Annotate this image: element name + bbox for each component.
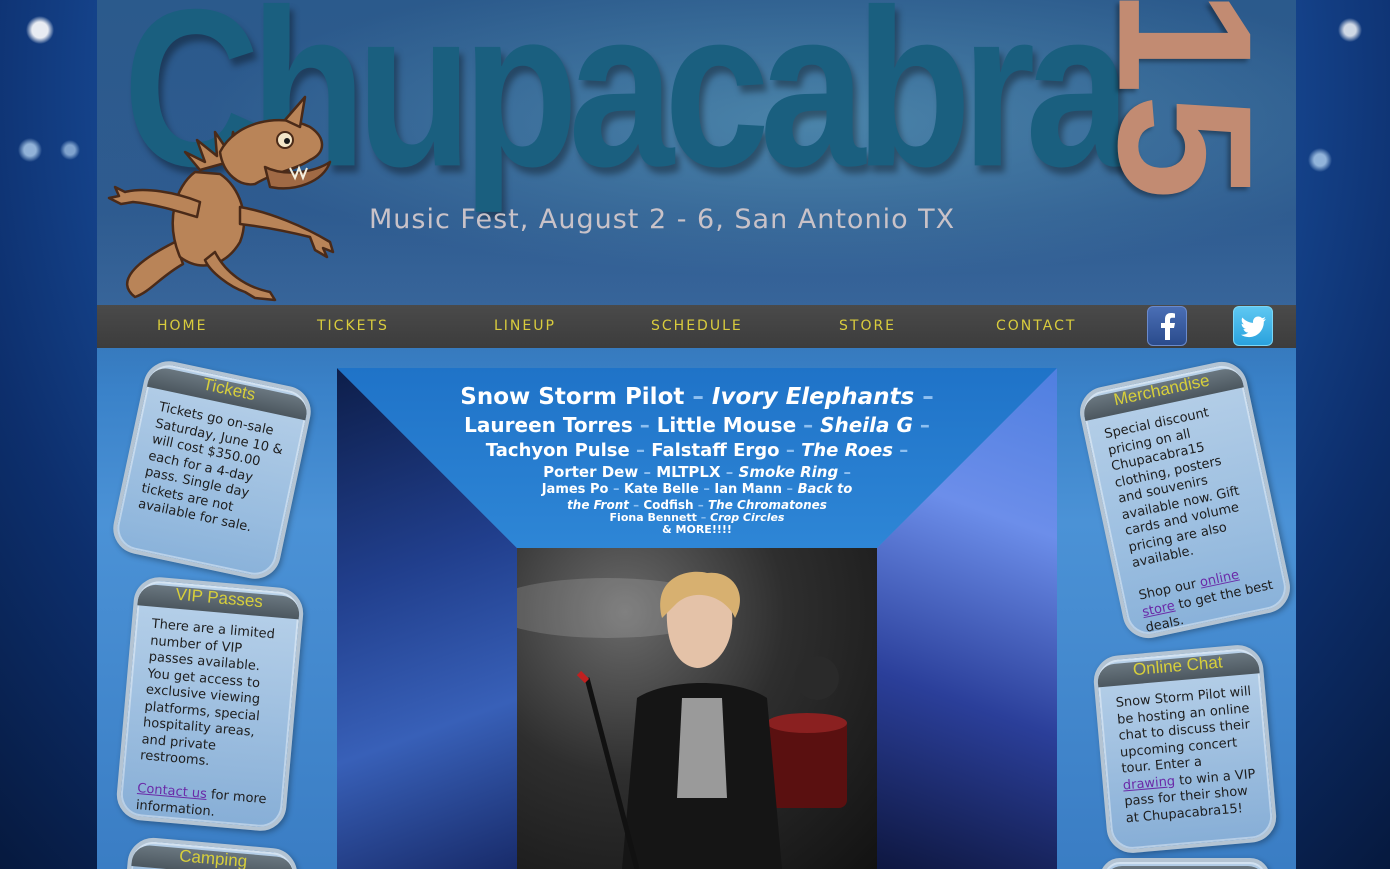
band-name: Porter Dew: [543, 463, 639, 481]
lineup-row-1: Snow Storm Pilot – Ivory Elephants –: [397, 382, 997, 412]
band-name: Laureen Torres: [464, 413, 633, 437]
separator: –: [919, 413, 930, 437]
band-name: Smoke Ring: [738, 463, 839, 481]
separator: –: [639, 413, 650, 437]
separator: –: [803, 413, 814, 437]
tickets-box: Tickets Tickets go on-sale Saturday, Jun…: [108, 356, 316, 584]
separator: –: [692, 384, 704, 410]
page-container: Chupacabra 15 Music Fest, August 2 - 6, …: [97, 0, 1296, 869]
band-name: Kate Belle: [623, 482, 699, 497]
separator: –: [725, 463, 734, 481]
camping-box: Camping: [124, 835, 300, 869]
separator: –: [703, 482, 710, 497]
separator: –: [697, 498, 704, 512]
nav-home[interactable]: HOME: [157, 318, 207, 334]
band-name: Snow Storm Pilot: [460, 384, 685, 410]
separator: –: [785, 440, 795, 461]
band-name: Little Mouse: [656, 413, 797, 437]
main-nav: HOME TICKETS LINEUP SCHEDULE STORE CONTA…: [97, 305, 1296, 348]
online-chat-box-body: Snow Storm Pilot will be hosting an onli…: [1115, 684, 1262, 827]
band-name: MLTPLX: [656, 463, 721, 481]
facebook-icon[interactable]: [1147, 306, 1187, 346]
separator: –: [899, 440, 909, 461]
festival-tagline: Music Fest, August 2 - 6, San Antonio TX: [369, 204, 956, 235]
separator: –: [922, 384, 934, 410]
chupacabra-mascot-icon: [107, 95, 335, 302]
nav-lineup[interactable]: LINEUP: [494, 318, 556, 334]
vip-box-text: There are a limited number of VIP passes…: [139, 616, 276, 770]
separator: –: [843, 463, 851, 481]
lineup-row-3: Tachyon Pulse – Falstaff Ergo – The Roes…: [397, 439, 997, 463]
lineup-row-6: the Front – Codfish – The Chromatones: [397, 498, 997, 512]
band-name: James Po: [541, 482, 609, 497]
nav-schedule[interactable]: SCHEDULE: [651, 318, 743, 334]
separator: –: [612, 482, 620, 497]
band-name: Codfish: [643, 498, 694, 512]
band-name: The Chromatones: [707, 498, 827, 512]
twitter-icon[interactable]: [1233, 306, 1273, 346]
vip-box-body: There are a limited number of VIP passes…: [135, 617, 288, 826]
band-name: Ian Mann: [714, 482, 782, 497]
merchandise-box-text: Special discount pricing on all Chupacab…: [1103, 405, 1241, 572]
singer-photo: [517, 571, 847, 869]
vip-box: VIP Passes There are a limited number of…: [114, 575, 306, 833]
nav-tickets[interactable]: TICKETS: [317, 318, 389, 334]
separator: –: [643, 463, 651, 481]
lineup-row-2: Laureen Torres – Little Mouse – Sheila G…: [397, 412, 997, 439]
separator: –: [635, 440, 645, 461]
logo-number: 15: [1078, 0, 1291, 200]
merchandise-box-body: Special discount pricing on all Chupacab…: [1103, 399, 1281, 637]
band-name: The Roes: [801, 440, 893, 461]
tickets-box-text: Tickets go on-sale Saturday, June 10 & w…: [136, 399, 285, 536]
lineup-more: & MORE!!!!: [662, 523, 732, 536]
band-name: Back to: [797, 482, 853, 497]
band-name: Sheila G: [820, 413, 913, 437]
band-name: Ivory Elephants: [711, 384, 915, 410]
separator: –: [633, 498, 640, 512]
header-banner: Chupacabra 15 Music Fest, August 2 - 6, …: [97, 0, 1296, 305]
band-name: Tachyon Pulse: [485, 440, 630, 461]
separator: –: [786, 482, 794, 497]
lineup-text: Snow Storm Pilot – Ivory Elephants – Lau…: [397, 382, 997, 536]
nav-store[interactable]: STORE: [839, 318, 896, 334]
nav-contact[interactable]: CONTACT: [996, 318, 1076, 334]
band-name: Falstaff Ergo: [651, 440, 780, 461]
online-chat-box-text: Snow Storm Pilot will be hosting an onli…: [1115, 684, 1252, 777]
online-chat-box: Online Chat Snow Storm Pilot will be hos…: [1091, 642, 1279, 856]
stage-back-photo: [517, 548, 877, 869]
lineup-row-4: Porter Dew – MLTPLX – Smoke Ring –: [397, 463, 997, 482]
band-name: the Front: [567, 498, 629, 512]
lineup-stage: Snow Storm Pilot – Ivory Elephants – Lau…: [337, 368, 1057, 869]
lineup-row-5: James Po – Kate Belle – Ian Mann – Back …: [397, 482, 997, 498]
extra-right-box: [1100, 858, 1270, 869]
merchandise-box: Merchandise Special discount pricing on …: [1075, 357, 1295, 643]
